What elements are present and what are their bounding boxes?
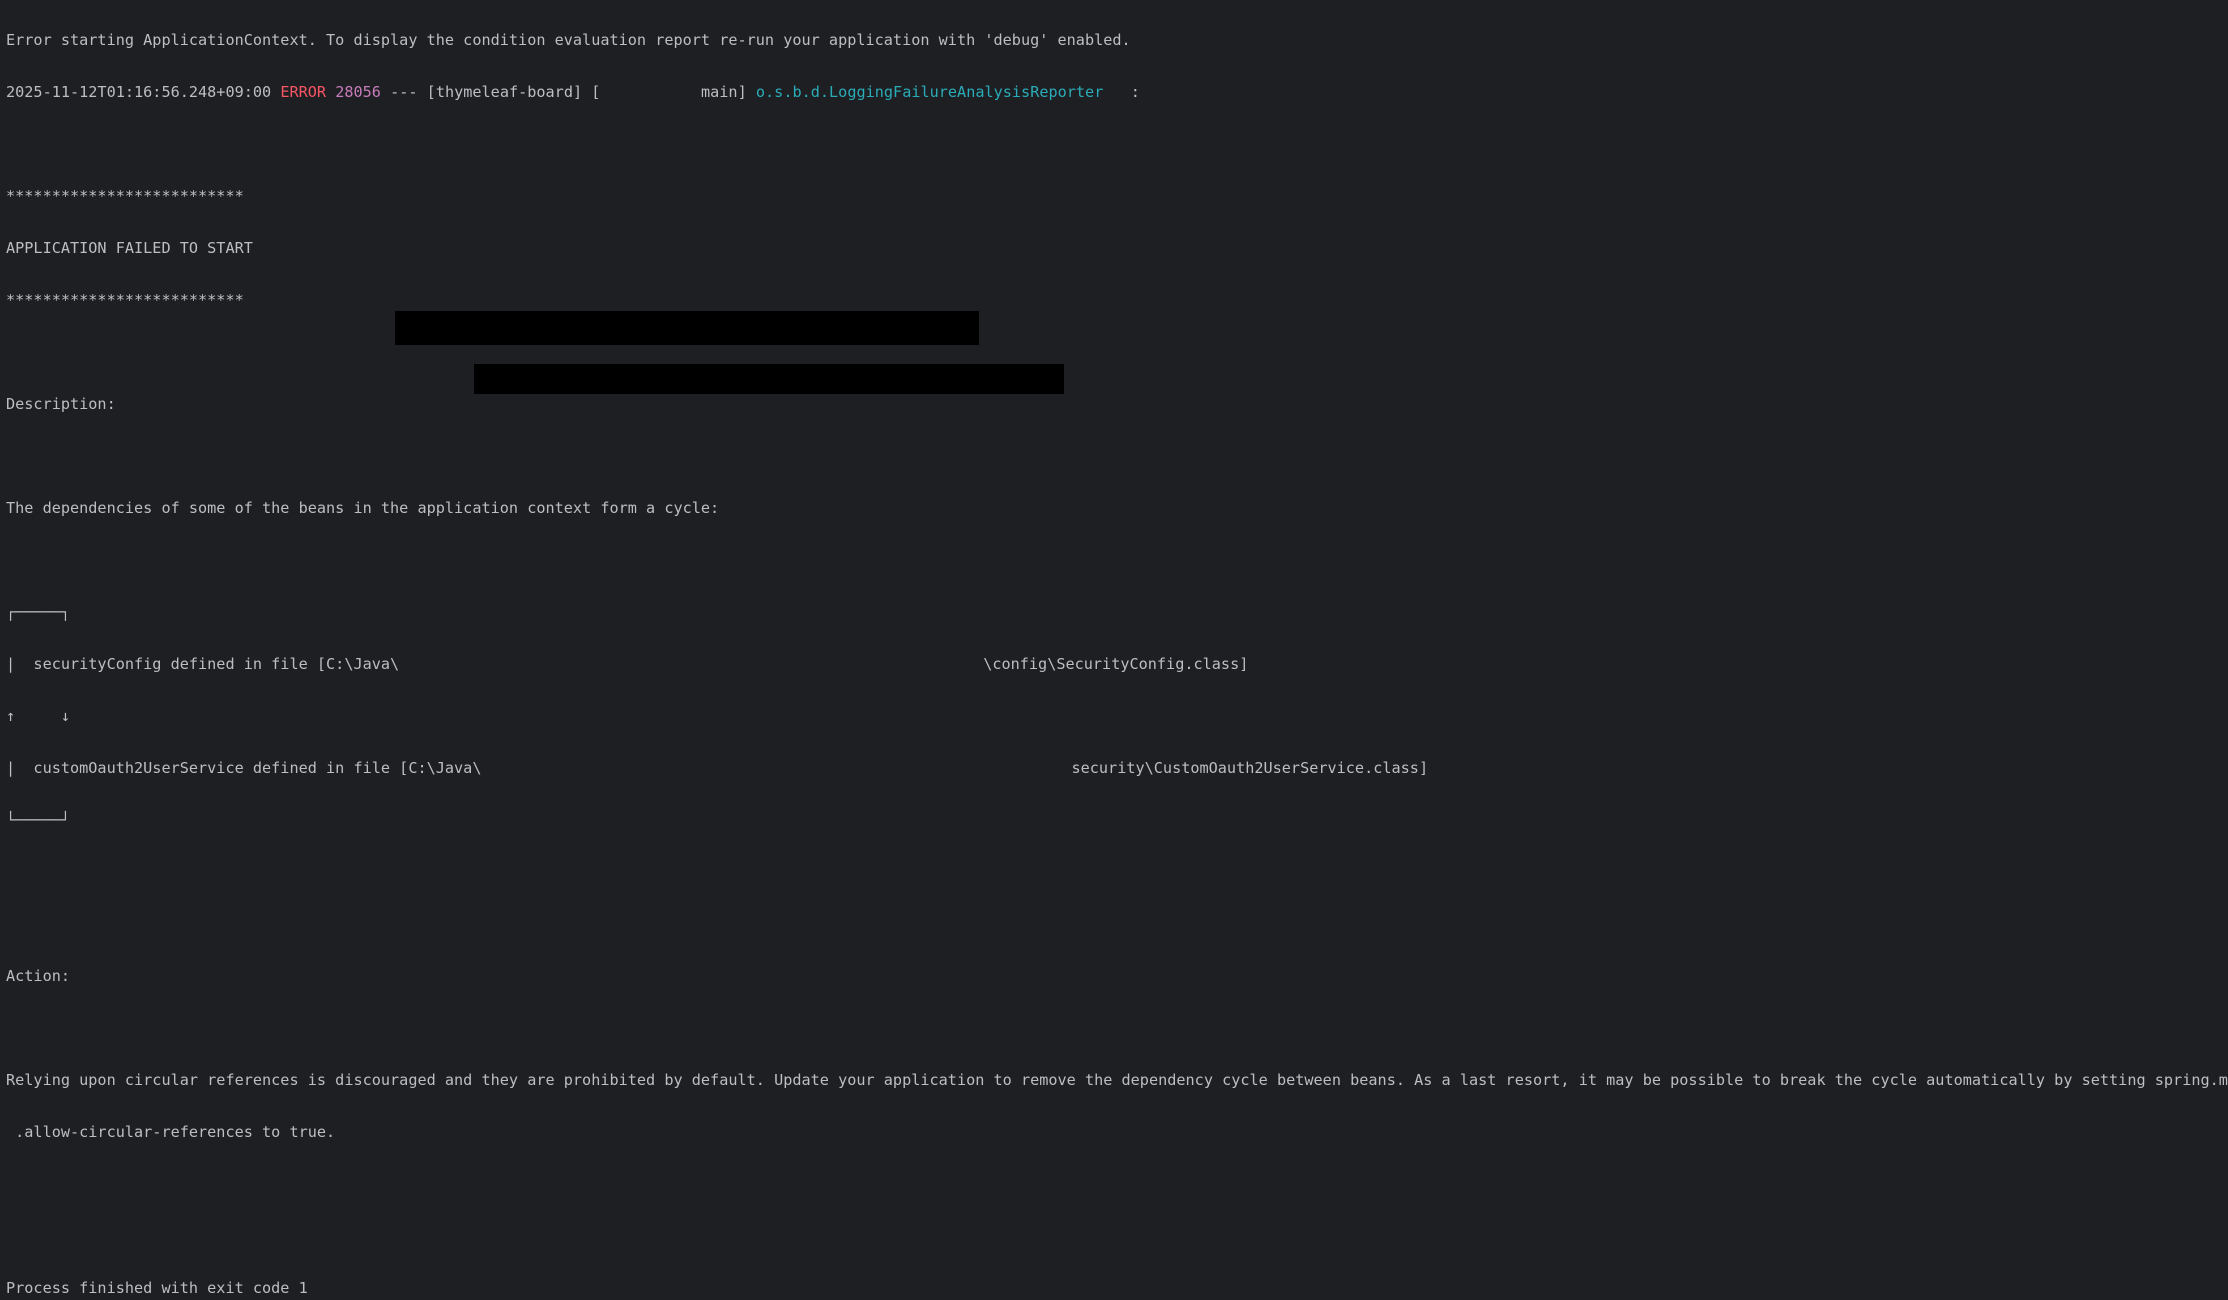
failed-heading: APPLICATION FAILED TO START bbox=[6, 239, 253, 257]
stars-bottom: ************************** bbox=[6, 291, 244, 309]
bean1-suffix: \config\SecurityConfig.class] bbox=[983, 655, 1249, 673]
description-label: Description: bbox=[6, 395, 116, 413]
log-sep: --- bbox=[390, 83, 418, 101]
redaction-box bbox=[395, 311, 979, 345]
cycle-bottom: └─────┘ bbox=[6, 811, 71, 829]
cycle-bean1: | securityConfig defined in file [C:\Jav… bbox=[6, 651, 2228, 677]
bean2-prefix: | customOauth2UserService defined in fil… bbox=[6, 759, 482, 777]
log-pid: 28056 bbox=[335, 83, 381, 101]
action-text-2: .allow-circular-references to true. bbox=[6, 1123, 336, 1141]
log-app: [thymeleaf-board] bbox=[426, 83, 583, 101]
action-label: Action: bbox=[6, 967, 71, 985]
exit-line: Process finished with exit code 1 bbox=[6, 1279, 308, 1297]
log-level: ERROR bbox=[280, 83, 327, 101]
log-thread: [ main] bbox=[591, 83, 747, 101]
log-logger[interactable]: o.s.b.d.LoggingFailureAnalysisReporter bbox=[756, 83, 1103, 101]
action-text-1: Relying upon circular references is disc… bbox=[6, 1071, 2228, 1089]
console-output: Error starting ApplicationContext. To di… bbox=[6, 1, 2228, 1300]
description-text: The dependencies of some of the beans in… bbox=[6, 499, 720, 517]
cycle-bean2: | customOauth2UserService defined in fil… bbox=[6, 755, 2228, 781]
log-line: 2025-11-12T01:16:56.248+09:00 ERROR 2805… bbox=[6, 79, 2228, 105]
bean2-suffix: security\CustomOauth2UserService.class] bbox=[1071, 759, 1429, 777]
cycle-arrows: ↑ ↓ bbox=[6, 707, 71, 725]
log-timestamp: 2025-11-12T01:16:56.248+09:00 bbox=[6, 83, 272, 101]
bean1-prefix: | securityConfig defined in file [C:\Jav… bbox=[6, 655, 400, 673]
cycle-top: ┌─────┐ bbox=[6, 603, 71, 621]
redaction-box bbox=[474, 364, 1064, 394]
intro-line: Error starting ApplicationContext. To di… bbox=[6, 31, 1131, 49]
stars-top: ************************** bbox=[6, 187, 244, 205]
log-colon: : bbox=[1112, 83, 1140, 101]
